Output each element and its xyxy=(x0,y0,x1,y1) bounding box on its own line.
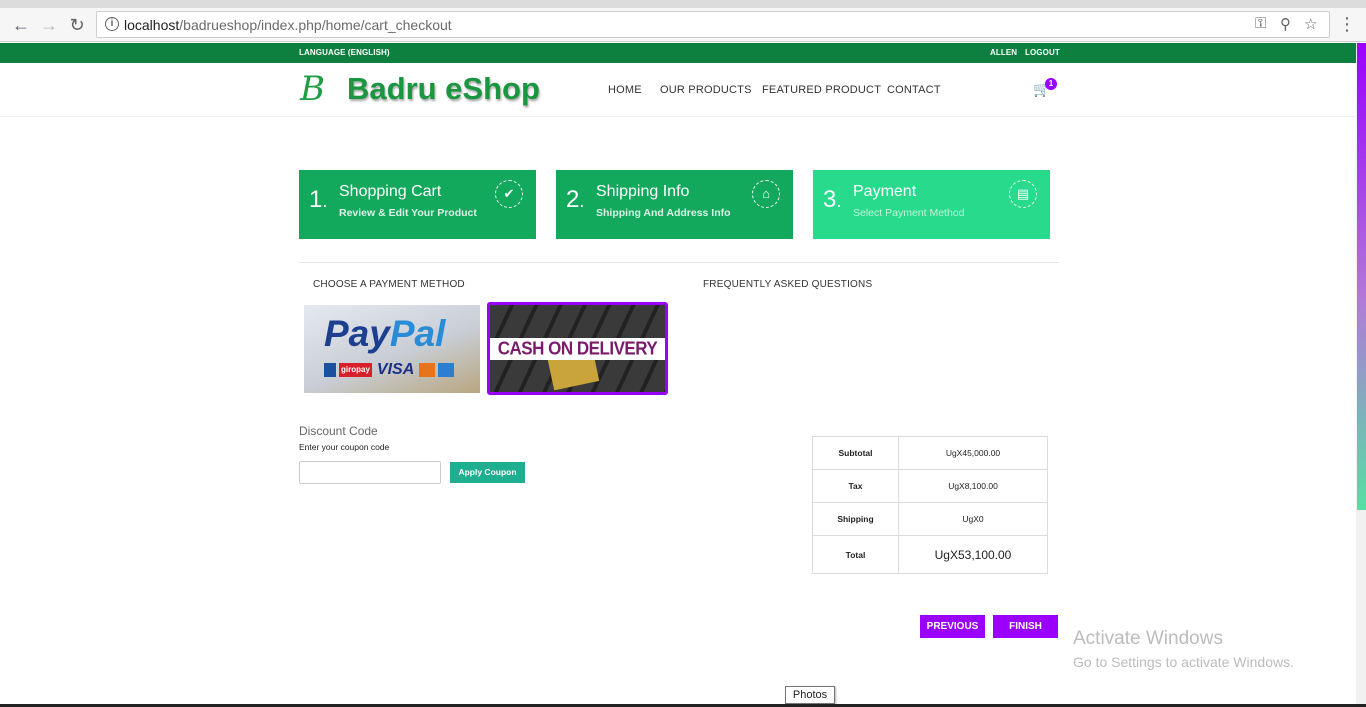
photos-tooltip: Photos xyxy=(785,686,835,704)
step-title: Payment xyxy=(853,183,917,200)
visa-icon: VISA xyxy=(376,361,415,378)
step-subtitle: Shipping And Address Info xyxy=(596,207,731,219)
logo-mark[interactable]: B xyxy=(300,72,325,106)
credit-card-icon: ▤ xyxy=(1009,180,1037,208)
language-selector[interactable]: LANGUAGE (ENGLISH) xyxy=(299,48,390,57)
table-row: Tax UgX8,100.00 xyxy=(812,469,1048,503)
giropay-icon: giropay xyxy=(339,363,372,377)
table-row: Shipping UgX0 xyxy=(812,502,1048,536)
user-link[interactable]: ALLEN xyxy=(990,48,1017,57)
finish-button[interactable]: FINISH xyxy=(993,615,1058,638)
menu-icon[interactable]: ⋮ xyxy=(1338,14,1356,35)
step-number: 1. xyxy=(309,186,328,213)
check-icon: ✔ xyxy=(495,180,523,208)
step-subtitle: Select Payment Method xyxy=(853,207,965,219)
back-icon[interactable]: ← xyxy=(10,14,32,36)
address-bar[interactable]: i localhost/badrueshop/index.php/home/ca… xyxy=(96,11,1330,38)
activate-windows-subtitle: Go to Settings to activate Windows. xyxy=(1073,654,1294,670)
nav-our-products[interactable]: OUR PRODUCTS xyxy=(660,84,752,96)
step-payment[interactable]: 3. Payment Select Payment Method ▤ xyxy=(813,170,1050,239)
step-number: 2. xyxy=(566,186,585,213)
jcb-card-icon xyxy=(324,363,336,377)
discount-subtitle: Enter your coupon code xyxy=(299,442,390,452)
previous-button[interactable]: PREVIOUS xyxy=(920,615,985,638)
coupon-input[interactable] xyxy=(299,461,441,484)
order-totals-table: Subtotal UgX45,000.00 Tax UgX8,100.00 Sh… xyxy=(812,436,1048,574)
table-row: Subtotal UgX45,000.00 xyxy=(812,436,1048,470)
home-icon: ⌂ xyxy=(752,180,780,208)
logout-link[interactable]: LOGOUT xyxy=(1025,48,1060,57)
total-label: Total xyxy=(812,535,899,574)
total-value: UgX53,100.00 xyxy=(898,535,1048,574)
nav-contact[interactable]: CONTACT xyxy=(887,84,941,96)
forward-icon[interactable]: → xyxy=(38,14,60,36)
subtotal-value: UgX45,000.00 xyxy=(898,436,1048,470)
site-header: B Badru eShop HOME OUR PRODUCTS FEATURED… xyxy=(0,63,1356,117)
zoom-icon[interactable]: ⚲ xyxy=(1280,15,1291,33)
mastercard-icon xyxy=(419,363,436,377)
apply-coupon-button[interactable]: Apply Coupon xyxy=(450,462,525,483)
cart-count-badge: 1 xyxy=(1045,78,1057,90)
table-row: Total UgX53,100.00 xyxy=(812,535,1048,574)
step-title: Shopping Cart xyxy=(339,183,442,200)
card-logos: giropay VISA xyxy=(324,361,455,378)
faq-heading: FREQUENTLY ASKED QUESTIONS xyxy=(703,279,873,290)
discount-title: Discount Code xyxy=(299,424,378,438)
step-title: Shipping Info xyxy=(596,183,690,200)
browser-tab-strip xyxy=(0,0,1366,8)
amex-icon xyxy=(438,363,455,377)
star-icon[interactable]: ☆ xyxy=(1304,15,1317,33)
shipping-label: Shipping xyxy=(812,502,899,536)
subtotal-label: Subtotal xyxy=(812,436,899,470)
step-subtitle: Review & Edit Your Product xyxy=(339,207,477,219)
browser-toolbar: ← → ↻ i localhost/badrueshop/index.php/h… xyxy=(0,8,1366,42)
cod-banner: CASH ON DELIVERY xyxy=(490,338,665,360)
cash-on-delivery-option[interactable]: CASH ON DELIVERY xyxy=(487,302,668,395)
nav-home[interactable]: HOME xyxy=(608,84,642,96)
paypal-option[interactable]: PayPal giropay VISA xyxy=(304,305,480,393)
info-icon[interactable]: i xyxy=(105,17,119,31)
reload-icon[interactable]: ↻ xyxy=(66,14,88,36)
section-divider xyxy=(299,262,1059,263)
site-topbar: LANGUAGE (ENGLISH) ALLEN LOGOUT xyxy=(0,43,1356,63)
paypal-logo: PayPal xyxy=(324,313,446,354)
nav-featured-product[interactable]: FEATURED PRODUCT xyxy=(762,84,881,96)
payment-method-heading: CHOOSE A PAYMENT METHOD xyxy=(313,279,465,290)
tax-value: UgX8,100.00 xyxy=(898,469,1048,503)
step-shopping-cart[interactable]: 1. Shopping Cart Review & Edit Your Prod… xyxy=(299,170,536,239)
shipping-value: UgX0 xyxy=(898,502,1048,536)
tax-label: Tax xyxy=(812,469,899,503)
step-number: 3. xyxy=(823,186,842,213)
scrollbar-thumb[interactable] xyxy=(1357,43,1366,510)
step-shipping-info[interactable]: 2. Shipping Info Shipping And Address In… xyxy=(556,170,793,239)
activate-windows-title: Activate Windows xyxy=(1073,628,1223,649)
logo-text[interactable]: Badru eShop xyxy=(347,72,540,106)
key-icon[interactable]: ⚿ xyxy=(1255,15,1266,32)
url-text: localhost/badrueshop/index.php/home/cart… xyxy=(124,17,452,33)
